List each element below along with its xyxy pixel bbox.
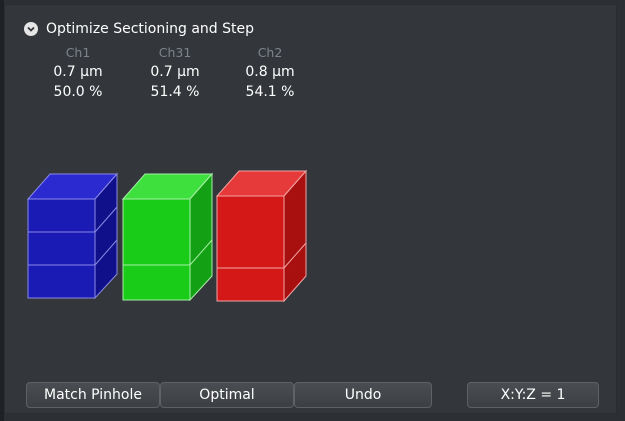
match-pinhole-label: Match Pinhole bbox=[43, 387, 142, 403]
ch31-section-cube bbox=[121, 172, 214, 302]
optimal-button[interactable]: Optimal bbox=[160, 382, 294, 408]
xyz-ratio-button[interactable]: X:Y:Z = 1 bbox=[467, 382, 599, 408]
undo-label: Undo bbox=[344, 387, 382, 403]
ch2-section-cube bbox=[215, 169, 308, 303]
ch1-section-cube bbox=[26, 172, 119, 300]
undo-button[interactable]: Undo bbox=[294, 382, 432, 408]
match-pinhole-button[interactable]: Match Pinhole bbox=[26, 382, 160, 408]
section-cubes-graphic bbox=[26, 169, 308, 303]
optimal-label: Optimal bbox=[199, 387, 255, 403]
xyz-ratio-label: X:Y:Z = 1 bbox=[500, 387, 566, 403]
